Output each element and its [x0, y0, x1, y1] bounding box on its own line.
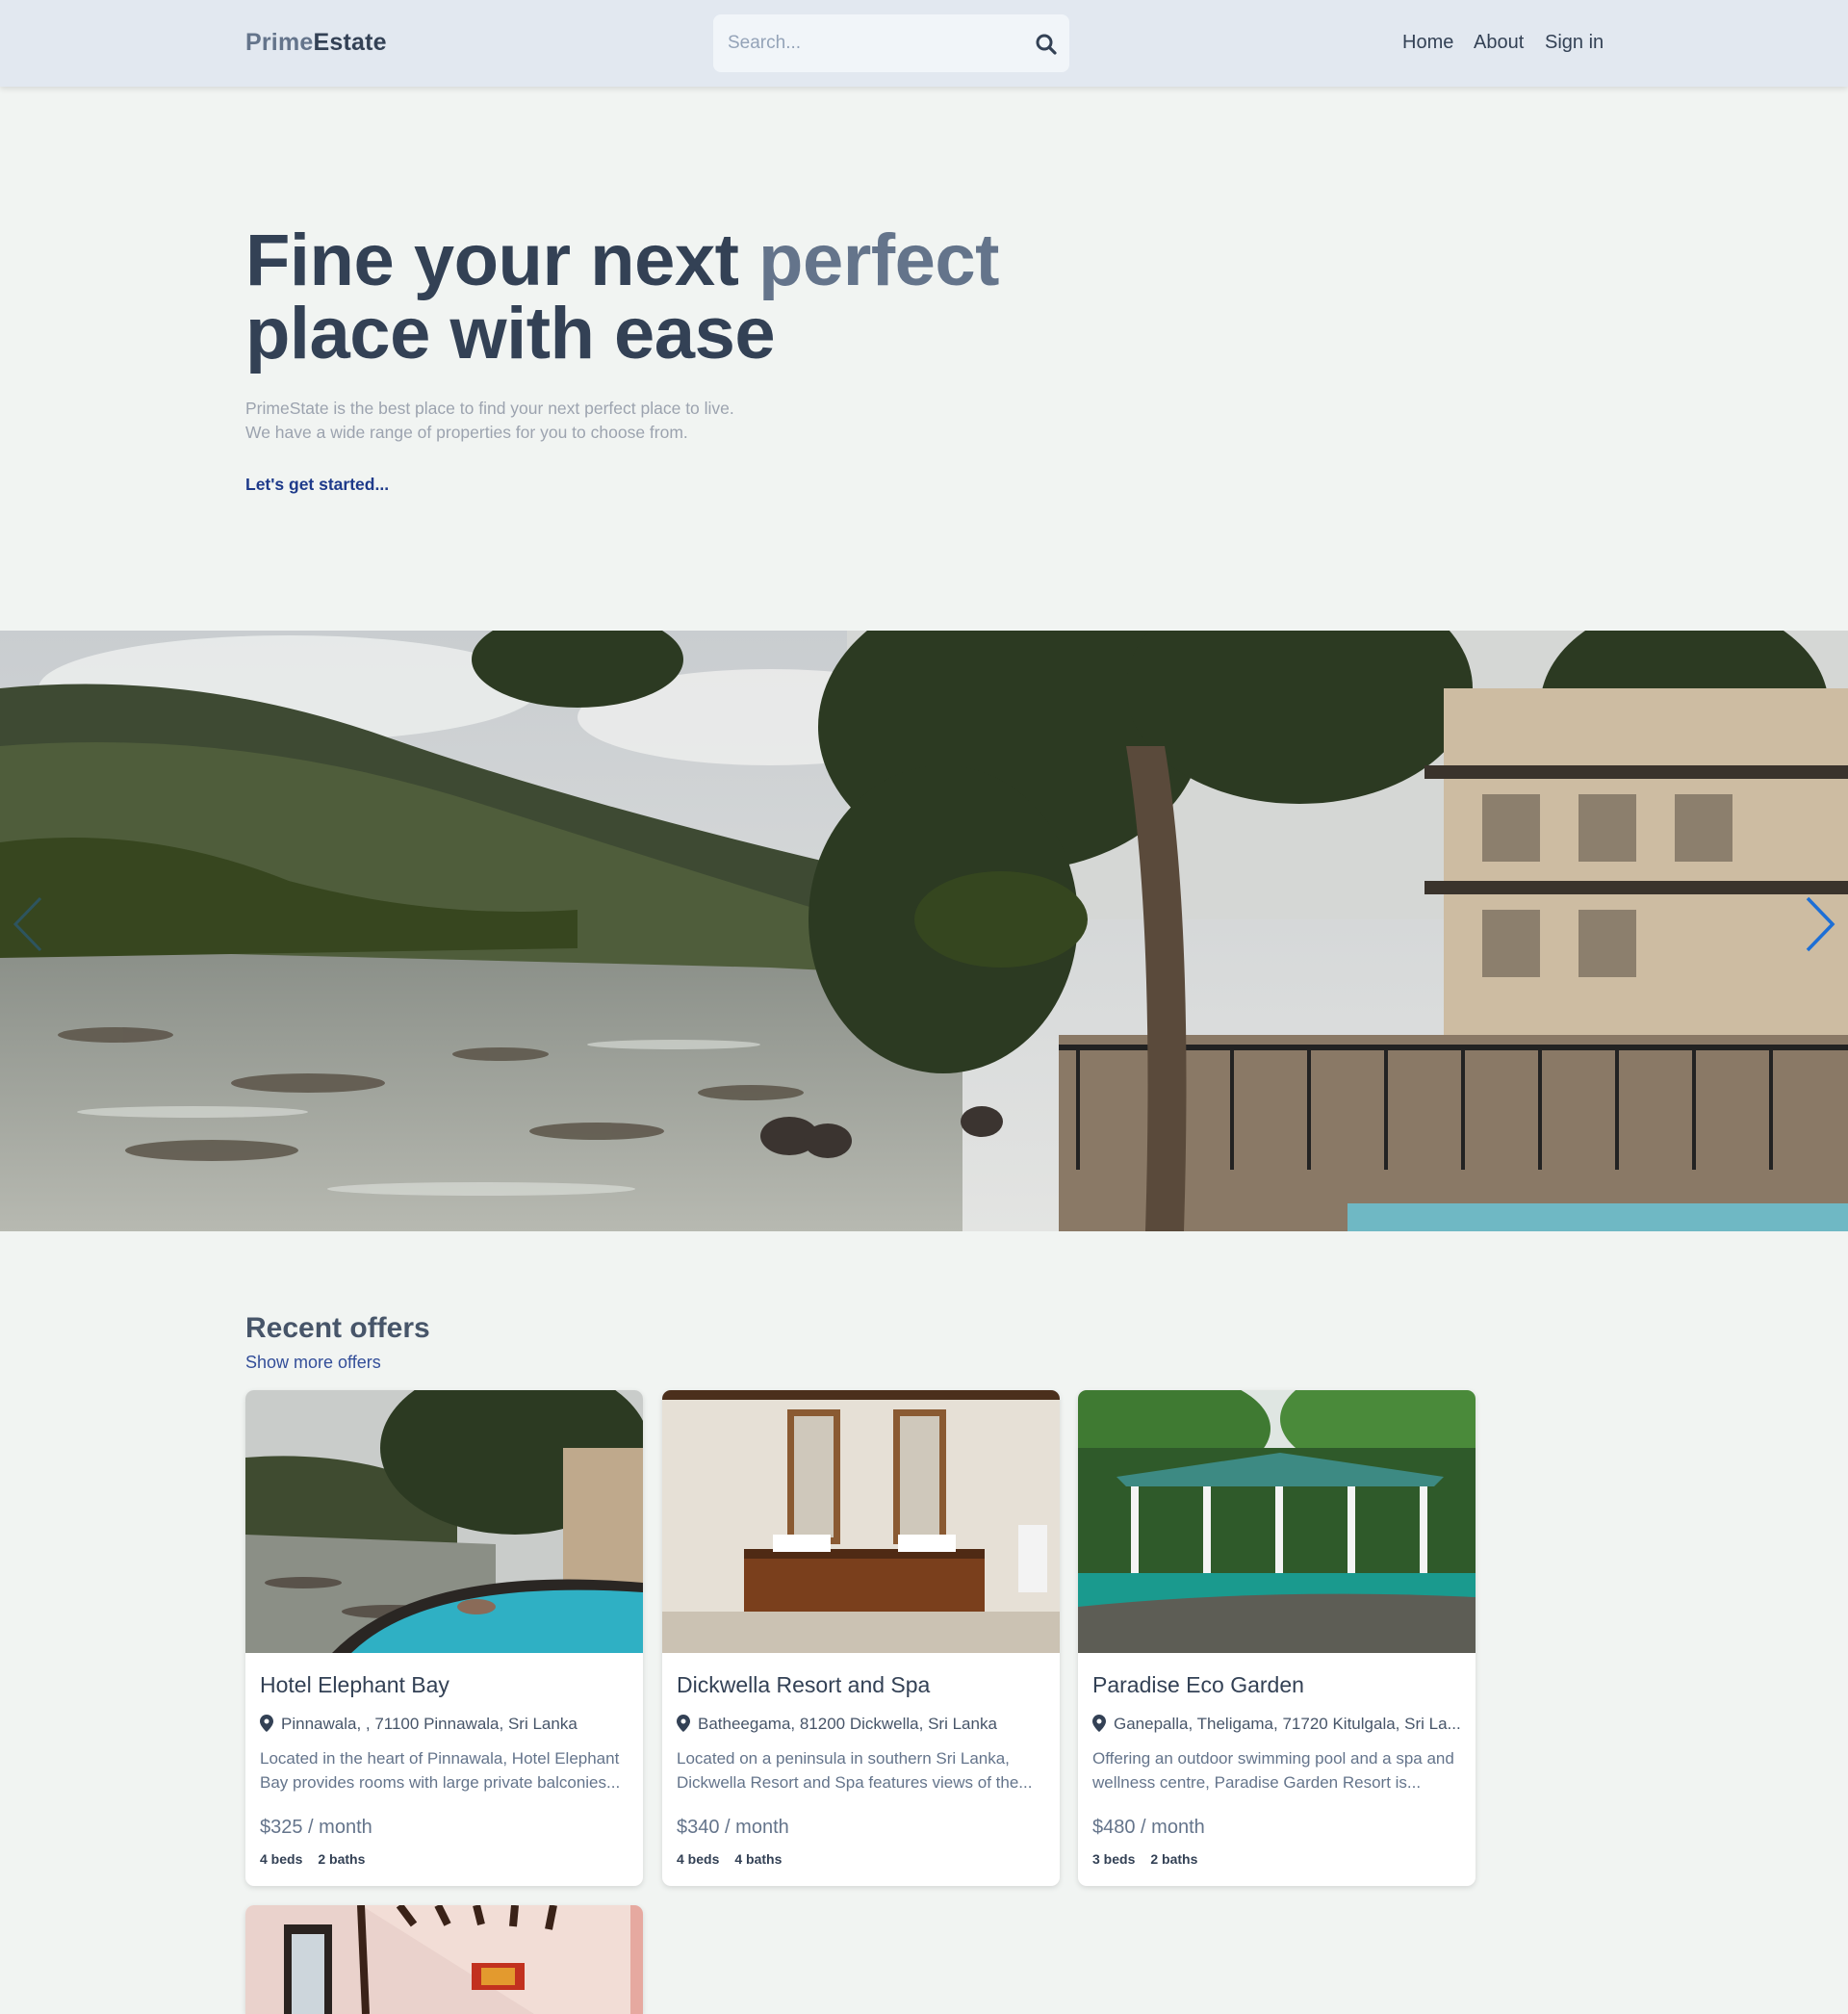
- offer-description: Located in the heart of Pinnawala, Hotel…: [260, 1749, 621, 1792]
- slider-prev-arrow[interactable]: [10, 891, 48, 958]
- offer-card[interactable]: Hotel Elephant Bay Pinnawala, , 71100 Pi…: [245, 1390, 643, 1886]
- hero-title: Fine your next perfect place with ease: [245, 224, 1112, 371]
- hero-description: PrimeState is the best place to find you…: [245, 397, 919, 445]
- offer-card[interactable]: Paradise Eco Garden Ganepalla, Theligama…: [1078, 1390, 1476, 1886]
- offer-specs: 3 beds 2 baths: [1092, 1851, 1213, 1867]
- offer-baths: 4 baths: [734, 1851, 783, 1867]
- offer-baths: 2 baths: [1150, 1851, 1198, 1867]
- offer-image-dickwella-resort: [662, 1390, 1060, 1653]
- site-logo[interactable]: PrimeEstate: [245, 29, 387, 57]
- offer-card[interactable]: [245, 1905, 643, 2014]
- show-more-offers-link[interactable]: Show more offers: [245, 1353, 381, 1373]
- offer-beds: 4 beds: [260, 1851, 303, 1867]
- offer-title[interactable]: Paradise Eco Garden: [1092, 1672, 1304, 1698]
- hero-title-accent: perfect: [758, 219, 999, 301]
- offer-description: Offering an outdoor swimming pool and a …: [1092, 1749, 1454, 1792]
- hero-title-part1: Fine your next: [245, 219, 759, 301]
- nav-about[interactable]: About: [1474, 32, 1524, 54]
- offer-title[interactable]: Dickwella Resort and Spa: [677, 1672, 930, 1698]
- offer-specs: 4 beds 2 baths: [260, 1851, 380, 1867]
- site-header: PrimeEstate Home About Sign in: [0, 0, 1848, 87]
- offer-baths: 2 baths: [318, 1851, 366, 1867]
- offer-beds: 4 beds: [677, 1851, 720, 1867]
- logo-estate: Estate: [313, 29, 387, 56]
- offer-location: Batheegama, 81200 Dickwella, Sri Lanka: [677, 1715, 1047, 1734]
- hero-desc-line1: PrimeState is the best place to find you…: [245, 399, 734, 418]
- search-box: [713, 14, 1069, 72]
- logo-prime: Prime: [245, 29, 314, 56]
- nav-home[interactable]: Home: [1402, 32, 1453, 54]
- nav-sign-in[interactable]: Sign in: [1545, 32, 1604, 54]
- offer-price: $325 / month: [260, 1817, 372, 1838]
- location-pin-icon: [1092, 1715, 1106, 1732]
- offer-image-paradise-eco-garden: [1078, 1390, 1476, 1653]
- hero-desc-line2: We have a wide range of properties for y…: [245, 423, 688, 442]
- offer-image-room-interior: [245, 1905, 643, 2014]
- hero-image-slider: [0, 631, 1848, 1231]
- hero-title-part2: place with ease: [245, 293, 776, 374]
- location-pin-icon: [260, 1715, 273, 1732]
- slider-next-arrow[interactable]: [1800, 891, 1838, 958]
- offer-location: Ganepalla, Theligama, 71720 Kitulgala, S…: [1092, 1715, 1463, 1734]
- slider-image-river-resort: [0, 631, 1848, 1231]
- offer-location-text: Batheegama, 81200 Dickwella, Sri Lanka: [698, 1715, 997, 1733]
- offer-location-text: Pinnawala, , 71100 Pinnawala, Sri Lanka: [281, 1715, 578, 1733]
- offer-description: Located on a peninsula in southern Sri L…: [677, 1749, 1033, 1792]
- recent-offers-heading: Recent offers: [245, 1312, 430, 1344]
- offer-beds: 3 beds: [1092, 1851, 1136, 1867]
- location-pin-icon: [677, 1715, 690, 1732]
- search-input[interactable]: [713, 14, 1002, 72]
- search-icon[interactable]: [1035, 33, 1058, 56]
- get-started-link[interactable]: Let's get started...: [245, 475, 389, 495]
- offer-location: Pinnawala, , 71100 Pinnawala, Sri Lanka: [260, 1715, 630, 1734]
- offer-image-hotel-elephant-bay: [245, 1390, 643, 1653]
- offer-price: $340 / month: [677, 1817, 789, 1838]
- offer-location-text: Ganepalla, Theligama, 71720 Kitulgala, S…: [1114, 1715, 1461, 1733]
- offer-card[interactable]: Dickwella Resort and Spa Batheegama, 812…: [662, 1390, 1060, 1886]
- offer-specs: 4 beds 4 baths: [677, 1851, 797, 1867]
- offer-title[interactable]: Hotel Elephant Bay: [260, 1672, 449, 1698]
- offer-price: $480 / month: [1092, 1817, 1205, 1838]
